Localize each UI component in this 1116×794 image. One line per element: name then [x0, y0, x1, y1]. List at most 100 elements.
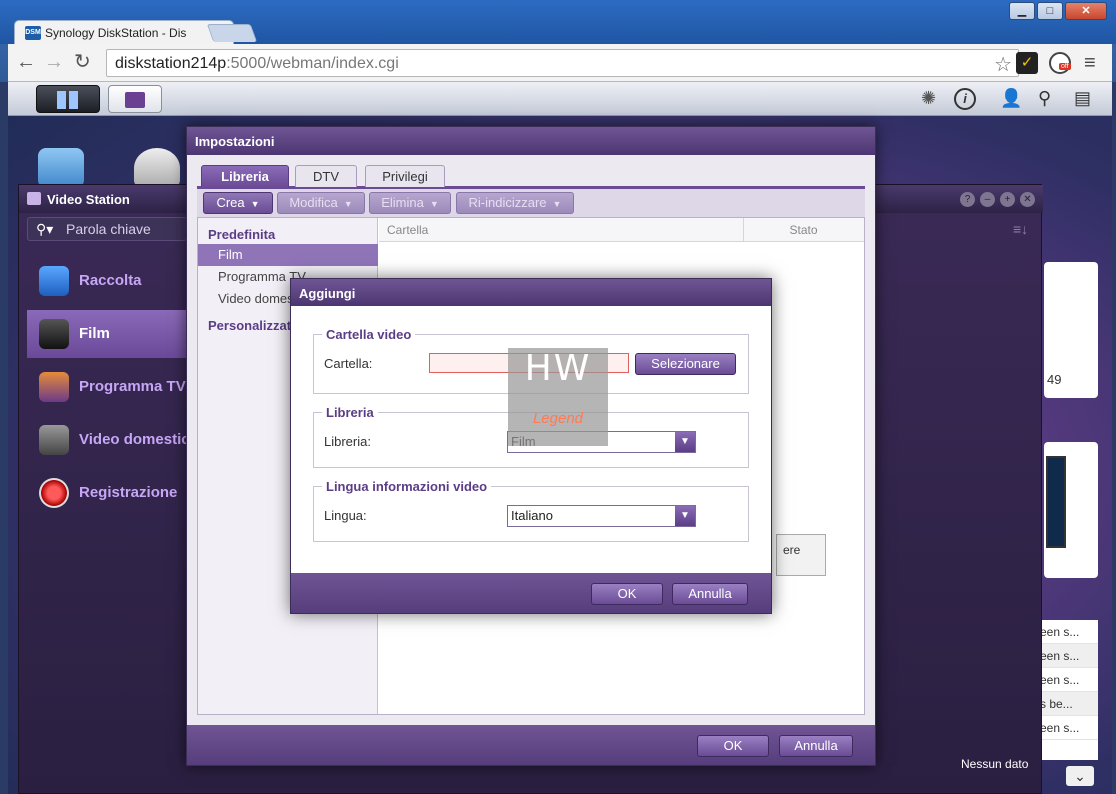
hwlegend-watermark: HW Legend	[508, 348, 608, 446]
nav-label: Film	[79, 325, 110, 342]
help-icon[interactable]: ?	[960, 192, 975, 207]
bookmark-star-icon[interactable]: ☆	[994, 52, 1012, 77]
nav-item-tv-shows[interactable]: Programma TV	[27, 363, 197, 411]
keyword-search[interactable]: ⚲▾	[27, 217, 187, 241]
maximize-icon[interactable]: +	[1000, 192, 1015, 207]
reload-icon[interactable]: ↻	[74, 52, 91, 72]
sort-icon[interactable]: ≡↓	[1013, 221, 1028, 237]
log-widget: een s... een s... een s... s be... een s…	[1034, 620, 1098, 760]
chevron-down-icon: ▼	[552, 199, 562, 209]
settings-cancel-button[interactable]: Annulla	[779, 735, 853, 757]
settings-ok-button[interactable]: OK	[697, 735, 769, 757]
language-label: Lingua:	[324, 508, 367, 523]
column-header-status[interactable]: Stato	[743, 218, 863, 242]
close-icon[interactable]: ✕	[1020, 192, 1035, 207]
nav-label: Video domestici	[79, 431, 194, 448]
column-header-folder[interactable]: Cartella	[387, 223, 428, 237]
watermark-text: Legend	[532, 410, 584, 427]
add-cancel-button[interactable]: Annulla	[672, 583, 748, 605]
video-station-app-icon	[27, 192, 41, 205]
back-arrow-icon[interactable]: ←	[16, 52, 36, 72]
search-icon[interactable]: ⚲	[1038, 88, 1051, 108]
ghostery-extension-icon[interactable]: off	[1049, 52, 1071, 74]
tree-header-custom[interactable]: Personalizzata	[208, 318, 298, 333]
browser-menu-icon[interactable]: ≡	[1084, 52, 1096, 75]
add-library-dialog: Aggiungi Cartella video Cartella: Selezi…	[290, 278, 772, 614]
window-minimize-button[interactable]: ▁	[1009, 2, 1035, 20]
clapperboard-icon	[39, 319, 69, 349]
camcorder-icon	[39, 425, 69, 455]
tab-privileges[interactable]: Privilegi	[365, 165, 445, 187]
user-icon[interactable]: 👤	[1000, 88, 1022, 108]
storage-manager-desktop-icon[interactable]	[134, 148, 180, 188]
settings-title: Impostazioni	[195, 134, 275, 149]
nav-label: Programma TV	[79, 378, 186, 395]
nav-item-collection[interactable]: Raccolta	[27, 257, 197, 305]
system-widget: 49	[1044, 262, 1098, 398]
reindex-label: Ri-indicizzare	[468, 195, 547, 210]
keyword-search-input[interactable]	[66, 221, 184, 237]
edit-label: Modifica	[289, 195, 338, 210]
chevron-down-icon[interactable]: ▼	[675, 432, 695, 452]
watermark-mark: HW	[524, 348, 592, 389]
widget-number: 49	[1047, 372, 1062, 387]
forward-arrow-icon[interactable]: →	[44, 52, 64, 72]
nav-item-recording[interactable]: Registrazione	[27, 469, 197, 517]
log-row: een s...	[1034, 716, 1098, 740]
monitor-widget	[1044, 442, 1098, 578]
settings-titlebar[interactable]: Impostazioni	[187, 127, 875, 155]
clapperboard-icon	[125, 92, 145, 108]
taskbar-video-station-button[interactable]	[108, 85, 162, 113]
tree-item-film[interactable]: Film	[198, 244, 378, 266]
nav-item-home-videos[interactable]: Video domestici	[27, 416, 197, 464]
new-tab-button[interactable]	[206, 24, 258, 42]
edit-button[interactable]: Modifica ▼	[277, 192, 365, 214]
minimize-icon[interactable]: –	[980, 192, 995, 207]
language-select[interactable]: Italiano ▼	[507, 505, 696, 527]
delete-button[interactable]: Elimina ▼	[369, 192, 451, 214]
language-legend: Lingua informazioni video	[322, 479, 492, 494]
window-close-button[interactable]: ✕	[1065, 2, 1107, 20]
browser-tab[interactable]: DSM Synology DiskStation - Dis ✕	[14, 20, 234, 44]
url-path: :5000/webman/index.cgi	[226, 55, 399, 72]
nav-item-film[interactable]: Film	[27, 310, 197, 358]
add-dialog-titlebar[interactable]: Aggiungi	[291, 279, 771, 306]
select-folder-button[interactable]: Selezionare	[635, 353, 736, 375]
chevron-down-icon[interactable]: ⌄	[1066, 766, 1094, 786]
add-ok-button[interactable]: OK	[591, 583, 663, 605]
tab-library[interactable]: Libreria	[201, 165, 289, 187]
window-maximize-button[interactable]: □	[1037, 2, 1063, 20]
chevron-down-icon[interactable]: ▼	[675, 506, 695, 526]
address-bar[interactable]: diskstation214p:5000/webman/index.cgi ☆	[106, 49, 1019, 77]
tab-strip: DSM Synology DiskStation - Dis ✕ ▁ □ ✕	[0, 0, 1116, 44]
widgets-icon[interactable]: ▤	[1074, 88, 1091, 108]
browser-toolbar: ← → ↻ diskstation214p:5000/webman/index.…	[8, 44, 1112, 82]
nav-label: Raccolta	[79, 272, 142, 289]
chevron-down-icon: ▼	[429, 199, 439, 209]
log-row: s be...	[1034, 692, 1098, 716]
tab-dtv[interactable]: DTV	[295, 165, 357, 187]
norton-extension-icon[interactable]: ✓	[1016, 52, 1038, 74]
apps-grid-icon	[57, 91, 79, 109]
monitor-screen	[1046, 456, 1066, 548]
language-fieldset: Lingua informazioni video Lingua: Italia…	[313, 479, 749, 542]
file-station-desktop-icon[interactable]	[38, 148, 84, 188]
star-icon	[39, 266, 69, 296]
create-button[interactable]: Crea ▼	[203, 192, 273, 214]
info-icon[interactable]: i	[954, 88, 976, 110]
folder-label: Cartella:	[324, 356, 373, 371]
ghostery-off-badge: off	[1059, 63, 1071, 70]
url-text: diskstation214p:5000/webman/index.cgi	[115, 55, 399, 73]
log-row: een s...	[1034, 668, 1098, 692]
tree-header-default[interactable]: Predefinita	[208, 227, 275, 242]
log-row: een s...	[1034, 620, 1098, 644]
main-menu-button[interactable]	[36, 85, 100, 113]
no-data-label: Nessun dato	[961, 757, 1029, 771]
dsm-taskbar: ✺ i 👤 ⚲ ▤	[8, 82, 1112, 116]
background-button[interactable]: ere	[776, 534, 826, 576]
chevron-down-icon: ▼	[343, 199, 353, 209]
notification-spinner-icon[interactable]: ✺	[921, 88, 936, 108]
reindex-button[interactable]: Ri-indicizzare ▼	[456, 192, 574, 214]
library-legend: Libreria	[322, 405, 378, 420]
library-toolbar: Crea ▼ Modifica ▼ Elimina ▼ Ri-indicizzare ▼	[197, 189, 865, 217]
